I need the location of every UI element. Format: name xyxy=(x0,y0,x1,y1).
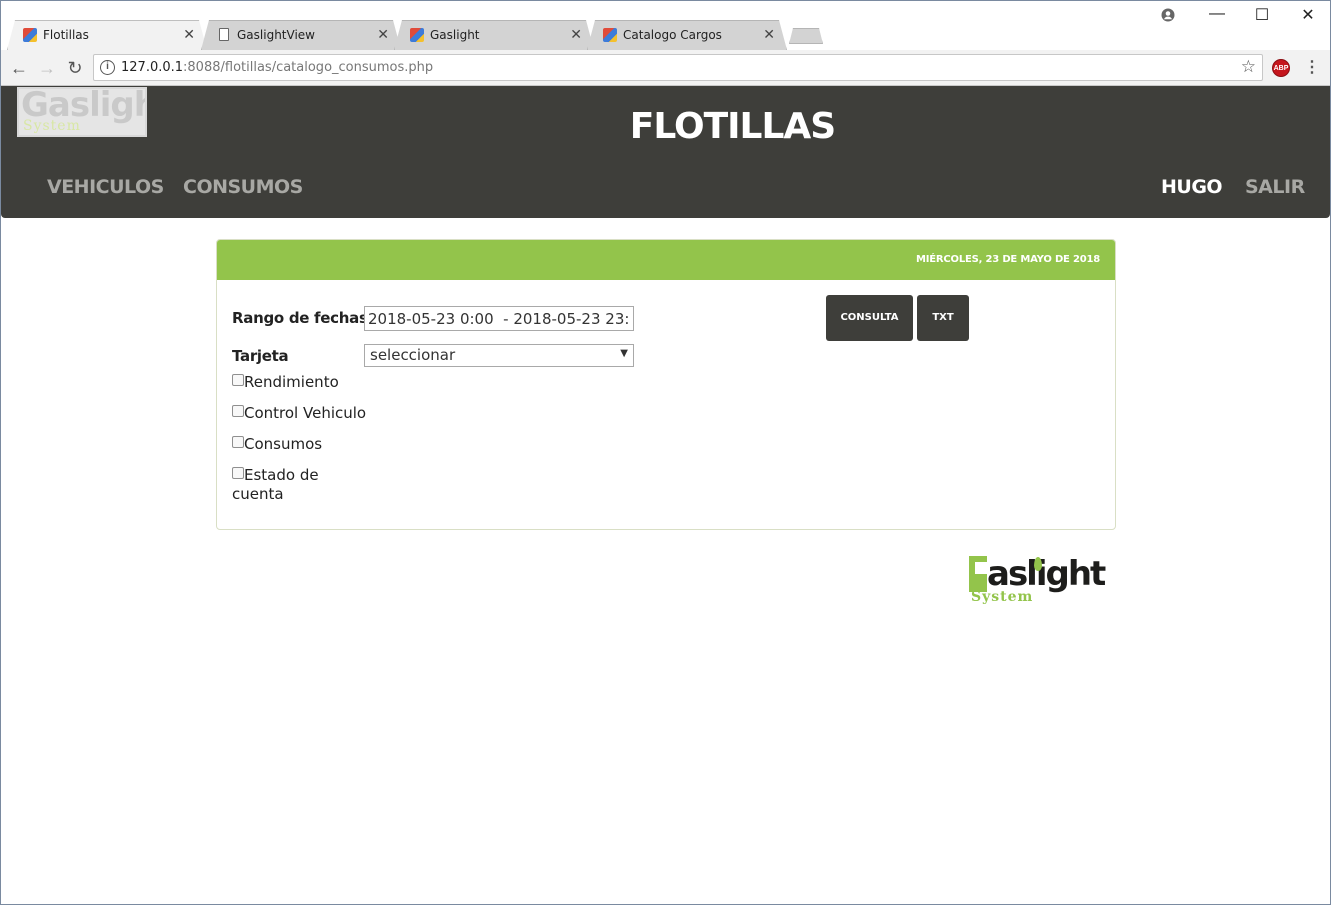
checkbox-estado-cuenta[interactable]: Estado de cuenta xyxy=(232,466,327,504)
close-icon[interactable]: ✕ xyxy=(570,26,582,42)
profile-icon[interactable] xyxy=(1153,5,1183,27)
range-label: Rango de fechas: xyxy=(232,309,374,327)
panel-header: MIÉRCOLES, 23 DE MAYO DE 2018 xyxy=(217,240,1115,280)
page-title: FLOTILLAS xyxy=(629,106,836,147)
new-tab-button[interactable] xyxy=(789,28,823,44)
forward-icon[interactable]: → xyxy=(35,56,59,80)
browser-toolbar: ← → ↻ i 127.0.0.1:8088/flotillas/catalog… xyxy=(1,50,1330,86)
app-header: Gaslight System FLOTILLAS VEHICULOS CONS… xyxy=(1,86,1330,218)
nav-logout[interactable]: SALIR xyxy=(1245,176,1305,198)
txt-button[interactable]: TXT xyxy=(917,295,969,341)
tab-gaslightview[interactable]: GaslightView ✕ xyxy=(201,20,401,50)
close-icon[interactable]: ✕ xyxy=(377,26,389,42)
gaslight-favicon-icon xyxy=(23,28,37,42)
logo-g-mark xyxy=(969,556,987,592)
checkbox-control-vehiculo[interactable]: Control Vehiculo xyxy=(232,404,366,423)
consulta-button[interactable]: CONSULTA xyxy=(826,295,913,341)
tab-flotillas[interactable]: Flotillas ✕ xyxy=(7,20,207,50)
gaslight-favicon-icon xyxy=(410,28,424,42)
checkbox-box[interactable] xyxy=(232,467,244,479)
url-text[interactable]: 127.0.0.1:8088/flotillas/catalogo_consum… xyxy=(121,60,433,75)
browser-titlebar: Flotillas ✕ GaslightView ✕ Gaslight ✕ Ca… xyxy=(1,1,1330,50)
gaslight-favicon-icon xyxy=(603,28,617,42)
window-close-icon[interactable]: ✕ xyxy=(1293,5,1323,25)
tab-label: Gaslight xyxy=(430,28,480,42)
date-banner: MIÉRCOLES, 23 DE MAYO DE 2018 xyxy=(916,254,1100,265)
chevron-down-icon: ▼ xyxy=(620,348,628,359)
close-icon[interactable]: ✕ xyxy=(763,26,775,42)
footer-logo: aslight System xyxy=(969,554,1106,605)
page-icon xyxy=(219,28,229,41)
card-select[interactable]: seleccionar ▼ xyxy=(364,344,634,367)
info-icon[interactable]: i xyxy=(100,60,115,75)
checkbox-box[interactable] xyxy=(232,436,244,448)
address-bar[interactable]: i 127.0.0.1:8088/flotillas/catalogo_cons… xyxy=(93,54,1263,81)
tab-label: Flotillas xyxy=(43,28,89,42)
nav-vehiculos[interactable]: VEHICULOS xyxy=(47,176,164,198)
maximize-icon[interactable]: ☐ xyxy=(1247,5,1277,25)
nav-consumos[interactable]: CONSUMOS xyxy=(183,176,303,198)
reload-icon[interactable]: ↻ xyxy=(63,56,87,80)
card-label: Tarjeta xyxy=(232,347,289,365)
checkbox-box[interactable] xyxy=(232,374,244,386)
tab-gaslight[interactable]: Gaslight ✕ xyxy=(394,20,594,50)
card-select-value: seleccionar xyxy=(370,346,456,364)
tab-catalogo-cargos[interactable]: Catalogo Cargos ✕ xyxy=(587,20,787,50)
bookmark-star-icon[interactable]: ☆ xyxy=(1241,57,1256,77)
menu-dots-icon[interactable]: ⋮ xyxy=(1304,57,1320,77)
tab-label: Catalogo Cargos xyxy=(623,28,722,42)
query-panel: MIÉRCOLES, 23 DE MAYO DE 2018 Rango de f… xyxy=(216,239,1116,530)
checkbox-box[interactable] xyxy=(232,405,244,417)
tab-label: GaslightView xyxy=(237,28,315,42)
checkbox-consumos[interactable]: Consumos xyxy=(232,435,322,454)
nav-user[interactable]: HUGO xyxy=(1161,176,1223,198)
close-icon[interactable]: ✕ xyxy=(183,26,195,42)
checkbox-rendimiento[interactable]: Rendimiento xyxy=(232,373,339,392)
adblock-icon[interactable]: ABP xyxy=(1272,59,1290,77)
back-icon[interactable]: ← xyxy=(7,56,31,80)
minimize-icon[interactable]: — xyxy=(1202,5,1232,23)
leaf-icon xyxy=(1034,557,1042,571)
date-range-input[interactable] xyxy=(364,306,634,331)
